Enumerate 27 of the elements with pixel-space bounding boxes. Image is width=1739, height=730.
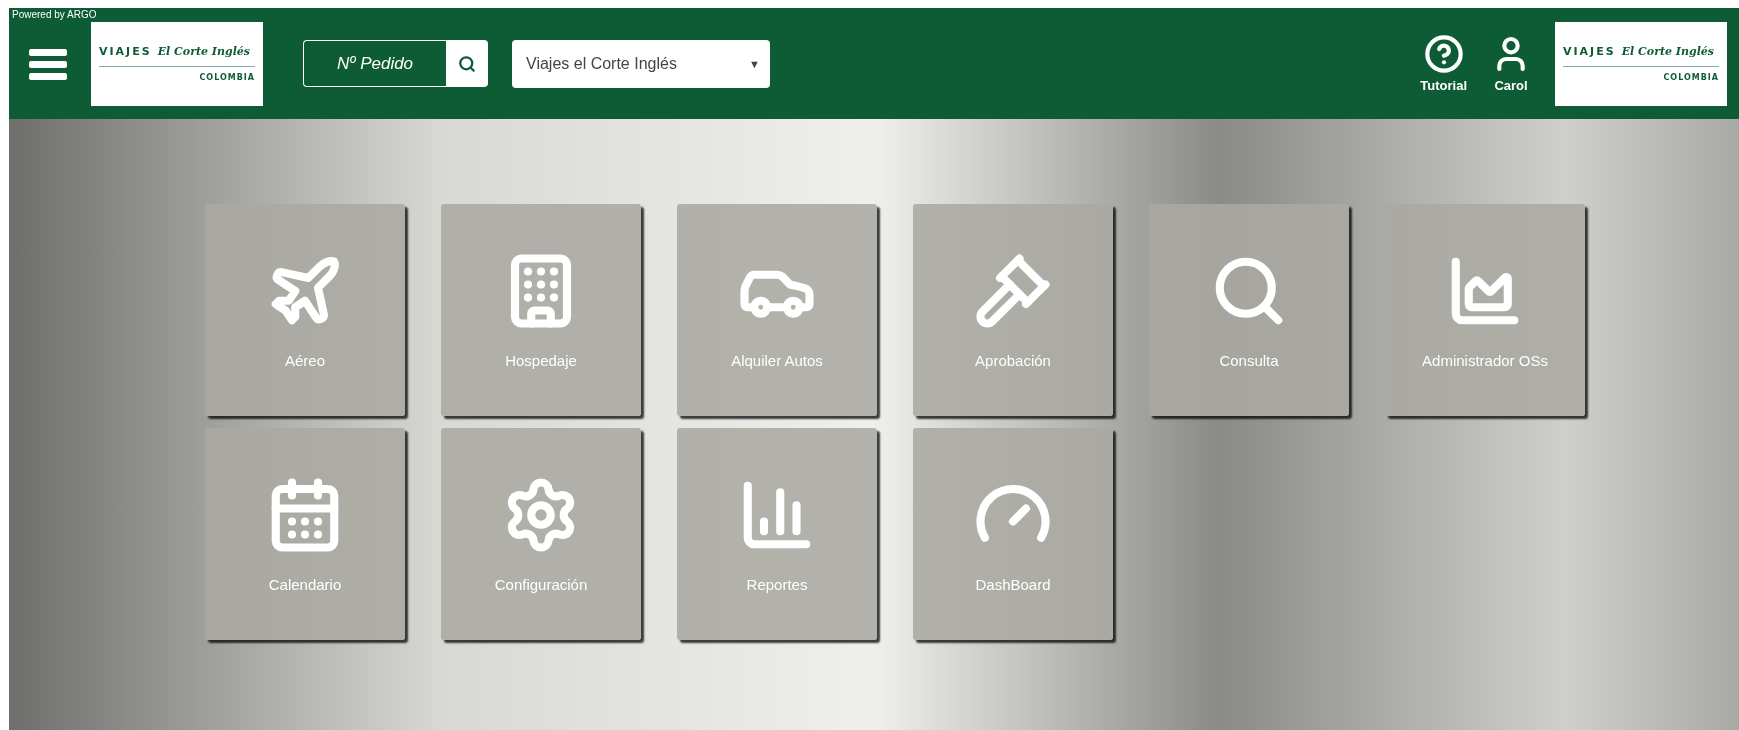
search-button[interactable]: [446, 40, 488, 87]
help-icon: [1423, 34, 1464, 74]
menu-tile[interactable]: Aéreo: [205, 204, 405, 416]
gavel-icon: [974, 251, 1052, 330]
search-icon: [458, 54, 476, 73]
menu-tile[interactable]: Administrador OSs: [1385, 204, 1585, 416]
logo-brand: VIAJES: [99, 45, 152, 58]
menu-tile[interactable]: Consulta: [1149, 204, 1349, 416]
powered-by-text: Powered by ARGO: [12, 9, 97, 20]
caret-icon: ▼: [749, 57, 760, 70]
menu-tile[interactable]: Calendario: [205, 428, 405, 640]
menu-tile[interactable]: Alquiler Autos: [677, 204, 877, 416]
logo-script: El Corte Inglés: [157, 45, 251, 58]
menu-tile[interactable]: DashBoard: [913, 428, 1113, 640]
agency-dropdown[interactable]: Viajes el Corte Inglés ▼: [512, 39, 770, 88]
menu-tile[interactable]: Configuración: [441, 428, 641, 640]
logo-script: El Corte Inglés: [1621, 45, 1715, 58]
user-button[interactable]: Carol: [1491, 34, 1531, 93]
menu-tile[interactable]: Reportes: [677, 428, 877, 640]
order-number-field[interactable]: Nº Pedido: [303, 40, 446, 87]
menu-tile[interactable]: Hospedaje: [441, 204, 641, 416]
logo-country: COLOMBIA: [199, 73, 255, 82]
logo-country: COLOMBIA: [1663, 73, 1719, 82]
menu-tile[interactable]: Aprobación: [913, 204, 1113, 416]
logo-brand: VIAJES: [1563, 45, 1616, 58]
menu-icon[interactable]: [29, 47, 67, 80]
tutorial-button[interactable]: Tutorial: [1420, 34, 1467, 93]
